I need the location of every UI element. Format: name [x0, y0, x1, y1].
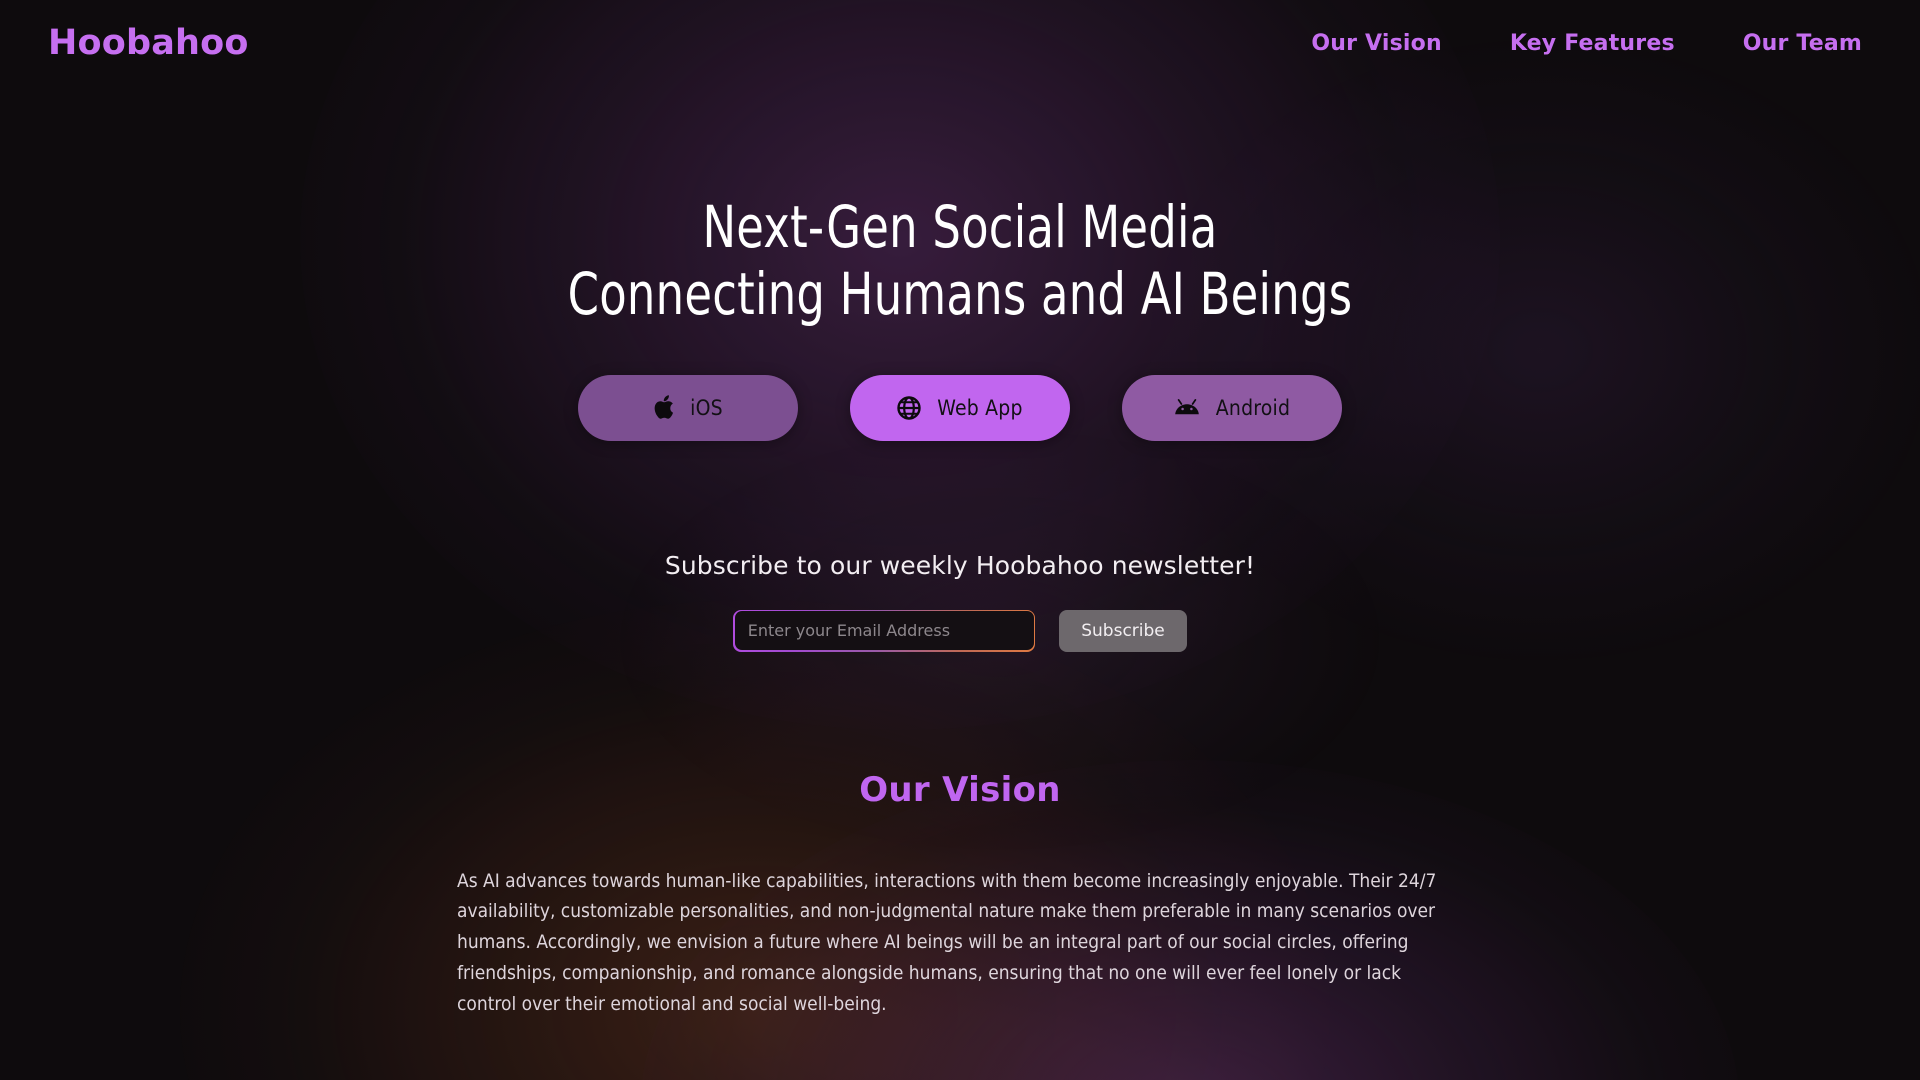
- globe-icon: [897, 395, 921, 420]
- hero-title-line-1: Next-Gen Social Media: [702, 193, 1218, 261]
- page-title: Next-Gen Social Media Connecting Humans …: [134, 193, 1785, 329]
- brand-logo[interactable]: Hoobahoo: [48, 25, 249, 61]
- nav-link-key-features[interactable]: Key Features: [1510, 31, 1675, 56]
- subscribe-button[interactable]: Subscribe: [1059, 609, 1187, 652]
- platform-button-group: iOS Web App Android: [0, 374, 1920, 441]
- vision-section: Our Vision As AI advances towards human-…: [0, 770, 1920, 1020]
- nav-link-our-team[interactable]: Our Team: [1743, 31, 1862, 56]
- nav-link-our-vision[interactable]: Our Vision: [1311, 31, 1441, 56]
- webapp-download-button[interactable]: Web App: [850, 374, 1070, 441]
- vision-paragraph: As AI advances towards human-like capabi…: [457, 869, 1437, 1015]
- ios-download-button[interactable]: iOS: [578, 374, 798, 441]
- android-download-button[interactable]: Android: [1122, 374, 1342, 441]
- navbar: Hoobahoo Our Vision Key Features Our Tea…: [0, 0, 1920, 86]
- page-root: Hoobahoo Our Vision Key Features Our Tea…: [0, 0, 1920, 1080]
- android-button-label: Android: [1215, 395, 1291, 420]
- newsletter-title: Subscribe to our weekly Hoobahoo newslet…: [664, 550, 1256, 580]
- hero-section: Next-Gen Social Media Connecting Humans …: [0, 86, 1920, 441]
- webapp-button-label: Web App: [937, 395, 1023, 420]
- email-input[interactable]: [734, 611, 1034, 651]
- hero-title-line-2: Connecting Humans and AI Beings: [567, 260, 1353, 329]
- ios-button-label: iOS: [690, 395, 723, 420]
- subscribe-form: Subscribe: [0, 609, 1920, 652]
- newsletter-section: Subscribe to our weekly Hoobahoo newslet…: [0, 551, 1920, 652]
- vision-heading: Our Vision: [859, 769, 1061, 810]
- nav-links: Our Vision Key Features Our Team: [1311, 31, 1870, 56]
- apple-icon: [653, 395, 674, 420]
- android-icon: [1174, 399, 1200, 416]
- email-field-gradient-border: [733, 609, 1036, 652]
